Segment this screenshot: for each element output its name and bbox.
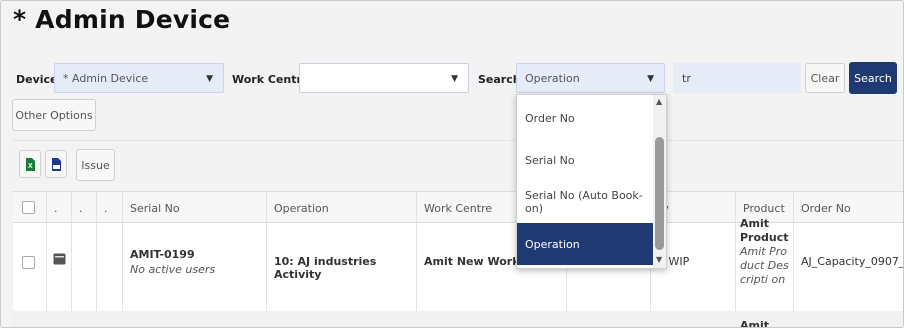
- select-all-checkbox[interactable]: [22, 201, 35, 214]
- page-title: * Admin Device: [13, 5, 231, 34]
- search-field-value: Operation: [525, 72, 580, 85]
- row-icon-cell: [47, 223, 72, 311]
- column-header[interactable]: .: [72, 192, 97, 223]
- dropdown-option-serial-no[interactable]: Serial No: [517, 139, 653, 181]
- column-header-operation[interactable]: Operation: [267, 192, 417, 223]
- search-input-value: tr: [682, 72, 691, 85]
- divider: [13, 140, 903, 141]
- product-cell: Amit Product Amit Product Descripti on: [736, 217, 794, 311]
- column-header-order-no[interactable]: Order No: [794, 192, 903, 223]
- select-all-header[interactable]: [13, 192, 47, 223]
- search-label: Search: [478, 73, 521, 86]
- serial-no-value[interactable]: AMIT-0199: [130, 248, 259, 261]
- dropdown-scrollbar[interactable]: ▲ ▼: [653, 95, 666, 268]
- column-header[interactable]: .: [97, 192, 123, 223]
- product-name: Amit Product: [740, 217, 789, 244]
- chevron-down-icon: ▼: [647, 74, 654, 84]
- dropdown-option-operation[interactable]: Operation: [517, 223, 653, 265]
- other-options-button[interactable]: Other Options: [12, 99, 96, 131]
- serial-status-text: No active users: [130, 263, 216, 276]
- csv-icon: [51, 157, 61, 171]
- excel-icon: X: [25, 157, 35, 171]
- product-name: Amit: [740, 319, 770, 328]
- issue-button[interactable]: Issue: [76, 149, 115, 181]
- results-table: . . . Serial No Operation Work Centre ty…: [13, 191, 904, 328]
- dropdown-option-order-no[interactable]: Order No: [517, 97, 653, 139]
- chevron-down-icon: ▼: [451, 74, 458, 84]
- operation-cell: 10: AJ industries Activity: [267, 223, 417, 311]
- table-row: Amit: [13, 311, 903, 328]
- scroll-up-icon[interactable]: ▲: [656, 97, 662, 106]
- dropdown-option-serial-no-auto[interactable]: Serial No (Auto Book-on): [517, 181, 653, 223]
- search-field-select[interactable]: Operation ▼: [516, 63, 665, 93]
- device-select[interactable]: * Admin Device ▼: [54, 63, 224, 93]
- scroll-down-icon[interactable]: ▼: [656, 255, 662, 264]
- device-icon[interactable]: [53, 253, 66, 265]
- search-input[interactable]: tr: [673, 63, 801, 93]
- work-centre-select[interactable]: ▼: [299, 63, 469, 93]
- row-cell: [97, 223, 123, 311]
- work-centre-label: Work Centre: [232, 73, 310, 86]
- svg-text:X: X: [28, 163, 33, 170]
- row-checkbox[interactable]: [22, 256, 35, 269]
- serial-no-cell: AMIT-0199 No active users: [123, 223, 267, 311]
- export-excel-button[interactable]: X: [19, 150, 41, 178]
- search-button[interactable]: Search: [849, 62, 897, 94]
- product-description: Amit Product Descripti on: [740, 245, 789, 286]
- column-header-serial-no[interactable]: Serial No: [123, 192, 267, 223]
- column-header[interactable]: .: [47, 192, 72, 223]
- app-window: * Admin Device Device * Admin Device ▼ W…: [0, 0, 904, 328]
- order-no-cell: AJ_Capacity_0907_WF: [801, 255, 904, 268]
- export-csv-button[interactable]: [45, 150, 67, 178]
- device-select-value: * Admin Device: [63, 72, 149, 85]
- device-label: Device: [16, 73, 58, 86]
- row-select-cell: [13, 223, 47, 311]
- row-cell: [72, 223, 97, 311]
- scrollbar-thumb[interactable]: [655, 137, 664, 250]
- chevron-down-icon: ▼: [206, 74, 213, 84]
- search-field-dropdown: Order No Serial No Serial No (Auto Book-…: [516, 94, 667, 269]
- clear-button[interactable]: Clear: [805, 63, 845, 93]
